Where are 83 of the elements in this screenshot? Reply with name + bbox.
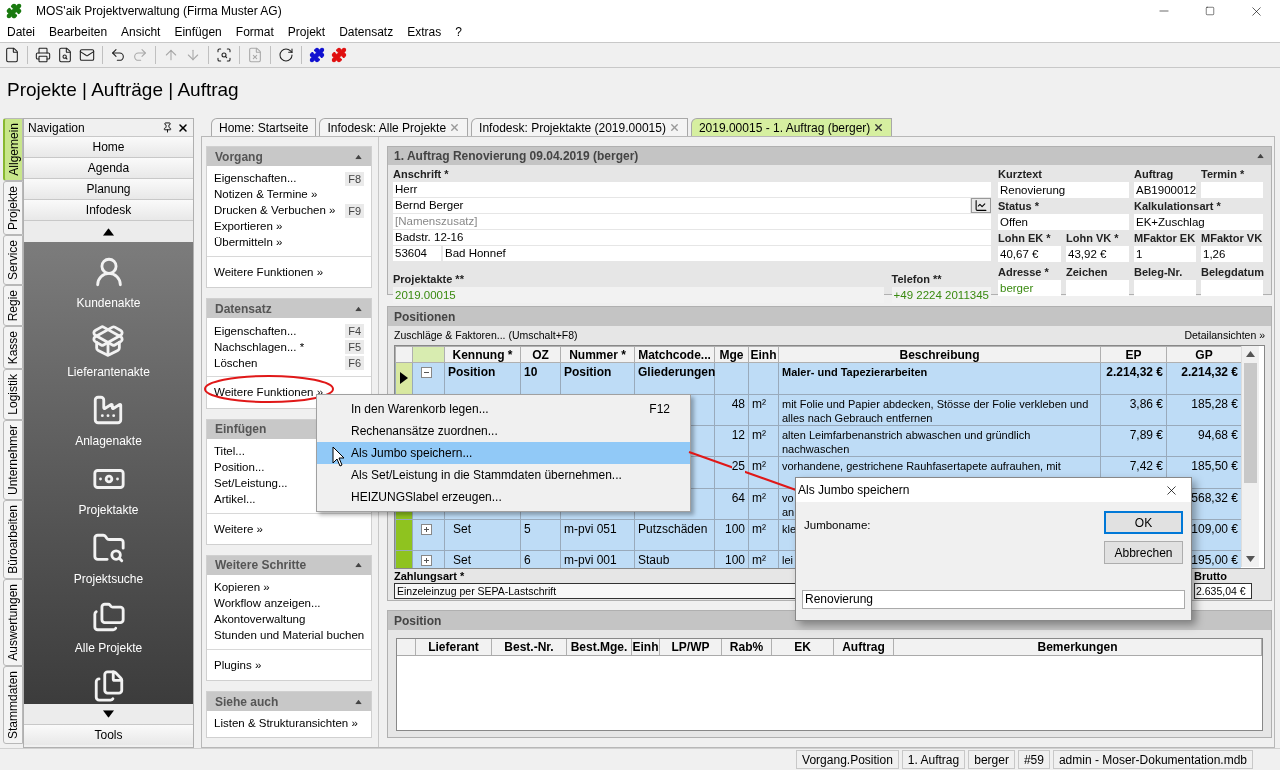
table-cell: 25 xyxy=(731,459,745,473)
field-label: Status * xyxy=(998,199,1040,214)
table-cell: m² xyxy=(752,428,766,442)
table-cell: 5 xyxy=(524,522,531,536)
status-field: admin - Moser-Dokumentation.mdb xyxy=(1052,750,1253,769)
field-label: Brutto xyxy=(1194,569,1228,583)
tab-label: Infodesk: Alle Projekte xyxy=(327,119,447,137)
status-field: berger xyxy=(968,750,1015,769)
panel-title: 1. Auftrag Renovierung 09.04.2019 (berger) xyxy=(394,148,639,165)
table-cell: 2.214,32 € xyxy=(1106,365,1163,379)
shortcut-key: F6 xyxy=(345,356,364,371)
tab-label: Infodesk: Projektakte (2019.00015) xyxy=(479,119,666,137)
shortcut-key: F9 xyxy=(345,204,364,218)
task-panel-title: Vorgang xyxy=(215,148,263,166)
table-cell: vorhandene, gestrichene Rauhfasertapete aufrauhen, mit xyxy=(782,460,1061,472)
table-cell: 185,50 € xyxy=(1191,459,1238,473)
task-panel-title: Siehe auch xyxy=(215,693,279,711)
table-cell: Gliederungen xyxy=(638,365,716,379)
task-panel-title: Weitere Schritte xyxy=(215,557,307,575)
table-cell: m² xyxy=(752,491,766,505)
panel-title: Position xyxy=(394,612,442,630)
field-label: Kurztext xyxy=(998,167,1043,182)
field-label: Anschrift * xyxy=(393,167,450,182)
table-cell: m² xyxy=(752,553,766,567)
table-cell: kle xyxy=(782,523,797,535)
table-cell: Position xyxy=(448,365,496,379)
table-cell: 568,32 € xyxy=(1191,491,1238,505)
field-label: Termin * xyxy=(1201,167,1246,182)
table-cell: Putzschäden xyxy=(638,522,708,536)
field-label: Jumboname: xyxy=(804,518,871,533)
status-field: Vorgang.Position xyxy=(796,750,899,769)
field-label: MFaktor VK xyxy=(1201,231,1263,246)
table-cell: 100 xyxy=(724,522,745,536)
table-cell: m² xyxy=(752,459,766,473)
shortcut-key: F8 xyxy=(345,172,364,186)
window-title: MOS'aik Projektverwaltung (Firma Muster AG) xyxy=(36,3,282,20)
table-cell: 12 xyxy=(731,428,745,442)
status-field: 1. Auftrag xyxy=(901,750,966,769)
table-cell: Position xyxy=(564,365,612,379)
table-cell: Set xyxy=(453,553,471,567)
table-cell: m-pvi 051 xyxy=(564,522,617,536)
field-label: Kalkulationsart * xyxy=(1134,199,1222,214)
panel-title: Navigation xyxy=(28,119,85,137)
table-cell: 10 xyxy=(524,365,538,379)
shortcut-key: F4 xyxy=(345,324,364,339)
table-cell: 7,89 € xyxy=(1129,428,1163,442)
table-cell: 185,28 € xyxy=(1191,397,1238,411)
table-cell: 94,68 € xyxy=(1197,428,1238,442)
field-label: Zeichen xyxy=(1066,265,1109,280)
field-label: Projektakte ** xyxy=(393,272,465,287)
field-label: Lohn VK * xyxy=(1066,231,1120,246)
table-cell: 109,00 € xyxy=(1191,522,1238,536)
field-label: Beleg-Nr. xyxy=(1134,265,1184,280)
field-label: Telefon ** xyxy=(891,272,943,287)
table-cell: 64 xyxy=(731,491,745,505)
field-label: Adresse * xyxy=(998,265,1050,280)
table-cell: 100 xyxy=(724,553,745,567)
panel-title: Positionen xyxy=(394,308,456,326)
status-field: #59 xyxy=(1017,750,1050,769)
table-cell: 7,42 € xyxy=(1129,459,1163,473)
table-cell: Staub xyxy=(638,553,670,567)
table-cell: 195,00 € xyxy=(1191,553,1238,567)
table-cell: m-pvi 001 xyxy=(564,553,617,567)
table-cell: Maler- und Tapezierarbeiten xyxy=(782,366,928,378)
table-cell: 3,86 € xyxy=(1129,397,1163,411)
field-label: Auftrag xyxy=(1134,167,1175,182)
tab-label: Home: Startseite xyxy=(219,119,309,137)
table-cell: lei xyxy=(782,554,793,566)
task-panel-title: Einfügen xyxy=(215,421,267,438)
shortcut-key: F5 xyxy=(345,340,364,355)
table-cell: m² xyxy=(752,397,766,411)
table-cell: 48 xyxy=(731,397,745,411)
task-panel-title: Datensatz xyxy=(215,300,272,318)
field-label: MFaktor EK xyxy=(1134,231,1196,246)
tab-label: 2019.00015 - 1. Auftrag (berger) xyxy=(698,119,871,137)
field-label: Lohn EK * xyxy=(998,231,1052,246)
table-cell: m² xyxy=(752,522,766,536)
table-cell: 6 xyxy=(524,553,531,567)
field-label: Belegdatum xyxy=(1201,265,1263,280)
field-label: Zahlungsart * xyxy=(394,569,466,583)
table-cell: Set xyxy=(453,522,471,536)
table-cell: 2.214,32 € xyxy=(1181,365,1238,379)
page-heading: Projekte | Aufträge | Auftrag xyxy=(7,77,239,102)
